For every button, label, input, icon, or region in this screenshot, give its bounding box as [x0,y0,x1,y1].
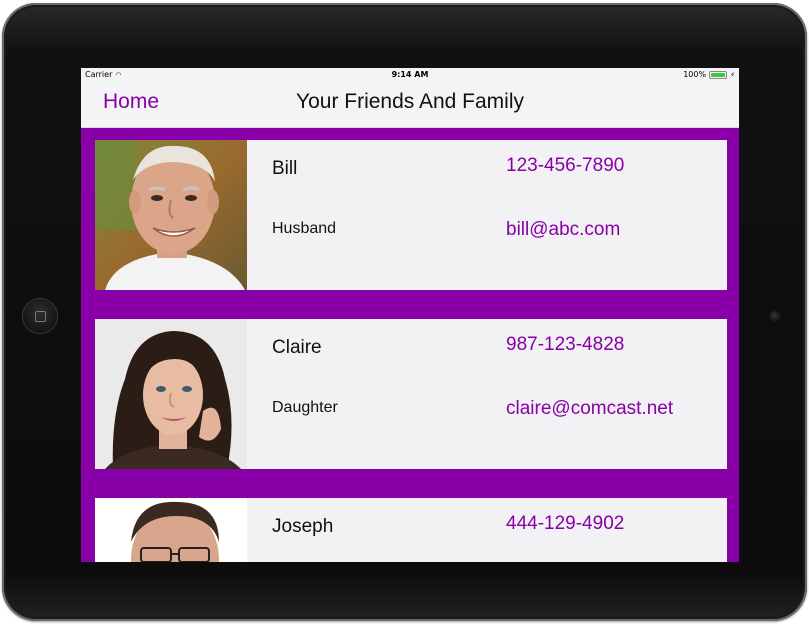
man-photo [95,498,247,562]
contact-relation: Daughter [272,399,338,416]
contact-card-bill[interactable]: Bill Husband 123-456-7890 bill@abc.com [95,140,727,290]
contact-phone-link[interactable]: 123-456-7890 [506,155,624,177]
navigation-bar: Home Your Friends And Family [81,83,739,128]
battery-percent: 100% [683,70,707,79]
contact-name: Joseph [272,516,334,537]
contact-phone-link[interactable]: 987-123-4828 [506,334,624,356]
contact-name: Bill [272,158,298,179]
home-square-icon [35,311,46,322]
contact-relation: Husband [272,220,337,237]
contact-card-claire[interactable]: Claire Daughter 987-123-4828 claire@comc… [95,319,727,469]
camera-icon [771,312,779,320]
battery-icon [709,70,728,79]
contact-card-joseph[interactable]: Joseph 444-129-4902 [95,498,727,562]
page-title: Your Friends And Family [296,90,524,113]
older-man-photo [95,140,247,290]
contact-phone-link[interactable]: 444-129-4902 [506,513,624,535]
contact-email-link[interactable]: claire@comcast.net [506,398,673,420]
app-screen: Carrier ◠ 9:14 AM 100% ⚡ Home Your Frien… [81,68,739,562]
status-bar: Carrier ◠ 9:14 AM 100% ⚡ [81,68,739,83]
status-time: 9:14 AM [391,70,429,79]
contact-name: Claire [272,337,322,358]
charging-icon: ⚡ [730,70,735,79]
device-home-button[interactable] [23,299,57,333]
contact-email-link[interactable]: bill@abc.com [506,219,620,241]
woman-photo [95,319,247,469]
